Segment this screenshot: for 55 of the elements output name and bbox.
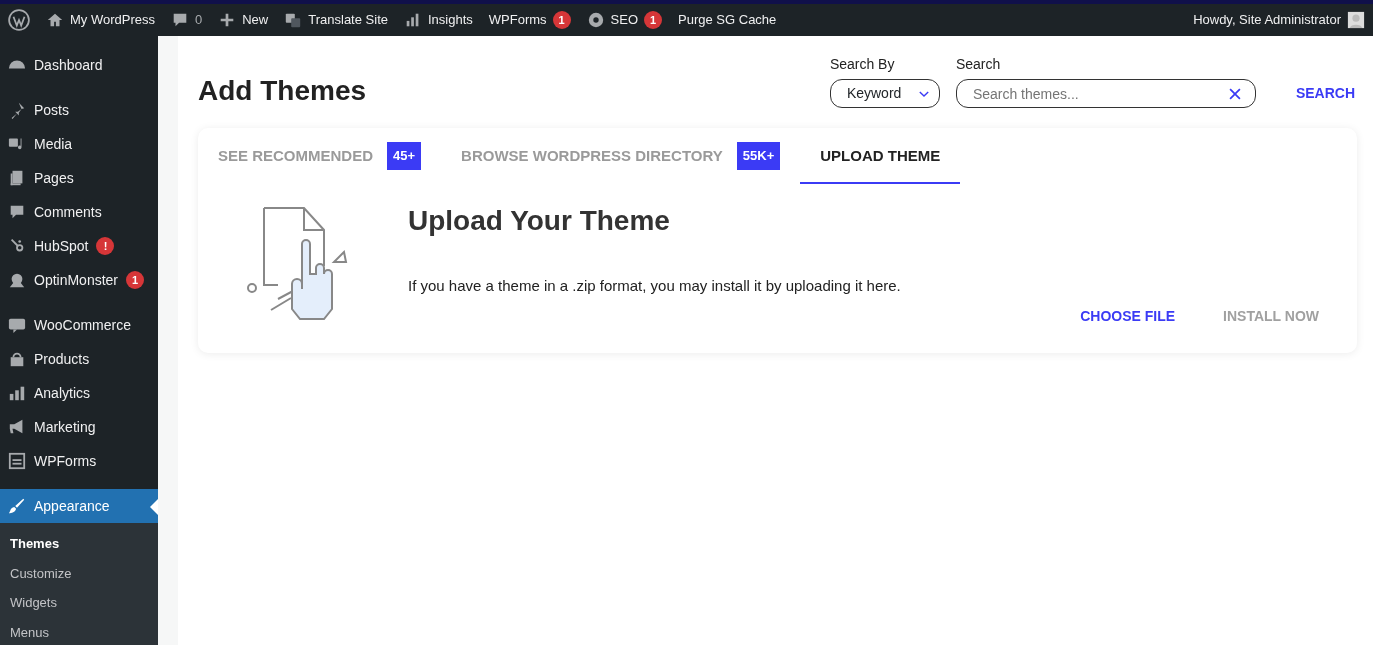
paintbrush-icon (8, 497, 26, 515)
home-icon (46, 11, 64, 29)
account-link[interactable]: Howdy, Site Administrator (1185, 4, 1373, 36)
toolbar-link[interactable]: My WordPress (38, 4, 163, 36)
tab[interactable]: UPLOAD THEME (800, 130, 961, 184)
menu-item[interactable]: Marketing (0, 410, 158, 444)
upload-instructions: If you have a theme in a .zip format, you may install it by uploading it here. (408, 276, 902, 297)
menu-item[interactable]: HubSpot ! (0, 229, 158, 263)
shopping-bag-icon (8, 350, 26, 368)
submenu-item[interactable]: Customize (0, 558, 158, 588)
menu-item[interactable]: OptinMonster 1 (0, 263, 158, 297)
search-by-dropdown[interactable]: Keyword (829, 79, 940, 108)
field-label: Search By (829, 55, 896, 74)
toolbar-link[interactable]: Translate Site (276, 4, 396, 36)
tab[interactable]: SEE RECOMMENDED 45+ (198, 130, 442, 184)
search-link[interactable]: SEARCH (1295, 83, 1355, 104)
notification-badge: ! (96, 237, 115, 255)
toolbar-link[interactable]: New (210, 4, 277, 36)
toolbar-link[interactable]: Insights (396, 4, 481, 36)
menu-item[interactable]: WooCommerce (0, 308, 158, 342)
menu-item[interactable]: Appearance (0, 489, 158, 523)
tab[interactable]: BROWSE WORDPRESS DIRECTORY 55K+ (441, 130, 801, 184)
submenu-item[interactable]: Widgets (0, 588, 158, 618)
woo-bubble-icon (8, 316, 26, 334)
submenu-item[interactable]: Themes (0, 529, 158, 559)
choose-file-link[interactable]: CHOOSE FILE (1080, 305, 1176, 327)
menu-item[interactable]: Media (0, 127, 158, 161)
avatar-icon (1347, 11, 1365, 29)
menu-item[interactable]: Comments (0, 195, 158, 229)
form-icon (8, 452, 26, 470)
count-badge: 1 (644, 11, 663, 29)
submenu-item[interactable]: Menus (0, 617, 158, 645)
count-badge: 1 (552, 11, 571, 29)
menu-item[interactable]: Analytics (0, 376, 158, 410)
toolbar-link[interactable]: SEO 1 (578, 4, 671, 36)
toolbar-link[interactable]: 0 (163, 4, 211, 36)
count-badge: 55K+ (736, 142, 781, 170)
bar-chart-icon (8, 384, 26, 402)
menu-item[interactable]: Pages (0, 161, 158, 195)
clear-search-icon (1227, 87, 1242, 101)
count-badge: 45+ (387, 142, 422, 170)
page-title: Add Themes (198, 74, 367, 108)
field-label: Search (955, 55, 1002, 74)
toolbar-link[interactable]: WPForms 1 (480, 4, 579, 36)
translate-icon (284, 11, 303, 29)
notification-badge: 1 (126, 271, 145, 289)
wordpress-logo-icon (8, 9, 30, 31)
gear-icon (586, 11, 605, 29)
search-field[interactable]: Search themes... (955, 79, 1256, 108)
menu-item[interactable]: Products (0, 342, 158, 376)
menu-item[interactable]: Posts (0, 93, 158, 127)
menu-item[interactable]: Dashboard (0, 48, 158, 82)
upload-heading: Upload Your Theme (408, 203, 671, 238)
menu-item[interactable]: WPForms (0, 444, 158, 478)
toolbar-link[interactable]: Purge SG Cache (670, 4, 785, 36)
